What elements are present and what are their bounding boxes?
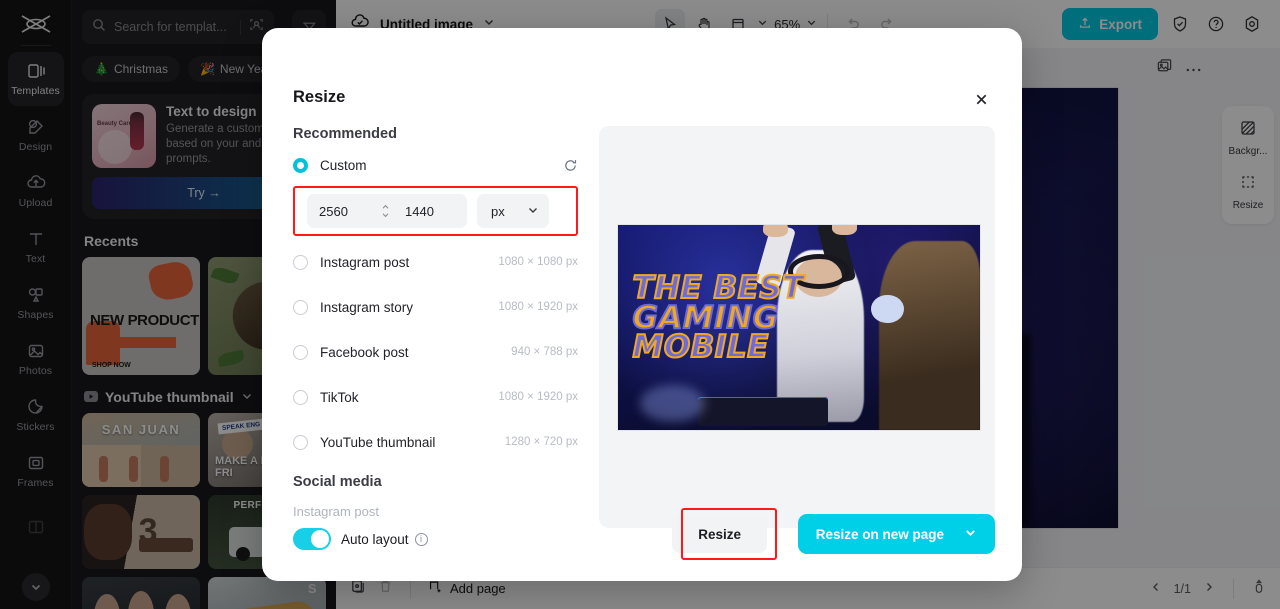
close-icon[interactable]: [968, 86, 994, 112]
option-custom[interactable]: Custom: [293, 154, 578, 176]
unit-value: px: [491, 203, 505, 219]
option-label: Instagram post: [320, 254, 410, 270]
decor-person-right: [878, 241, 980, 430]
link-dimensions-icon[interactable]: [379, 194, 391, 228]
option-instagram-story[interactable]: Instagram story 1080 × 1920 px: [293, 291, 578, 323]
radio-instagram-post[interactable]: [293, 254, 308, 270]
custom-option-block: Custom 2560 1440 px: [293, 154, 578, 246]
reset-icon[interactable]: [563, 158, 578, 173]
custom-size-row: 2560 1440 px: [307, 194, 549, 228]
chevron-down-icon[interactable]: [964, 526, 977, 542]
option-label: Custom: [320, 157, 367, 173]
modal-footer: Auto layout i Resize Resize on new page: [262, 501, 1022, 581]
height-input[interactable]: 1440: [391, 194, 467, 228]
option-dimensions: 1080 × 1080 px: [498, 256, 578, 268]
option-label: YouTube thumbnail: [320, 434, 436, 450]
headline-line-3: MOBILE: [631, 329, 769, 366]
option-youtube-thumbnail[interactable]: YouTube thumbnail 1280 × 720 px: [293, 426, 578, 458]
resize-on-new-page-button[interactable]: Resize on new page: [797, 514, 995, 554]
info-icon[interactable]: i: [414, 532, 428, 546]
radio-custom[interactable]: [293, 157, 308, 173]
option-label: Instagram story: [320, 299, 414, 315]
toggle-knob: [311, 530, 329, 548]
decor-earcup-right: [871, 294, 904, 324]
option-label: TikTok: [320, 389, 359, 405]
option-dimensions: 1280 × 720 px: [504, 436, 578, 448]
auto-layout-label: Auto layout: [341, 531, 409, 547]
decor-keyboard: [697, 397, 828, 426]
preview-image: THE BEST GAMING MOBILE: [618, 225, 980, 430]
resize-modal: Resize Recommended Custom 2560 1440 px I…: [262, 28, 1022, 581]
resize-button-highlight: [681, 508, 777, 560]
option-dimensions: 1080 × 1920 px: [498, 301, 578, 313]
option-facebook-post[interactable]: Facebook post 940 × 788 px: [293, 336, 578, 368]
modal-left-column: Recommended Custom 2560 1440 px Instagra…: [293, 126, 578, 519]
modal-title: Resize: [293, 88, 346, 106]
option-label: Facebook post: [320, 344, 409, 360]
recommended-title: Recommended: [293, 126, 397, 142]
auto-layout-label-wrap: Auto layout i: [341, 532, 428, 547]
preview-pane: THE BEST GAMING MOBILE: [599, 126, 995, 528]
app-root: Templates Design Upload Text Shapes Phot…: [0, 0, 1280, 609]
auto-layout-control[interactable]: Auto layout i: [293, 528, 428, 550]
decor-hand-left: [762, 225, 789, 238]
radio-instagram-story[interactable]: [293, 299, 308, 315]
option-dimensions: 940 × 788 px: [511, 346, 578, 358]
preview-headline: THE BEST GAMING MOBILE: [631, 271, 842, 366]
auto-layout-toggle[interactable]: [293, 528, 331, 550]
chevron-down-icon: [527, 204, 539, 219]
radio-tiktok[interactable]: [293, 389, 308, 405]
option-dimensions: 1080 × 1920 px: [498, 391, 578, 403]
width-input[interactable]: 2560: [307, 194, 379, 228]
social-media-title: Social media: [293, 474, 382, 490]
radio-youtube-thumbnail[interactable]: [293, 434, 308, 450]
option-instagram-post[interactable]: Instagram post 1080 × 1080 px: [293, 246, 578, 278]
decor-glow: [639, 384, 705, 422]
unit-select[interactable]: px: [477, 194, 549, 228]
primary-button-label: Resize on new page: [815, 526, 944, 542]
option-tiktok[interactable]: TikTok 1080 × 1920 px: [293, 381, 578, 413]
radio-facebook-post[interactable]: [293, 344, 308, 360]
